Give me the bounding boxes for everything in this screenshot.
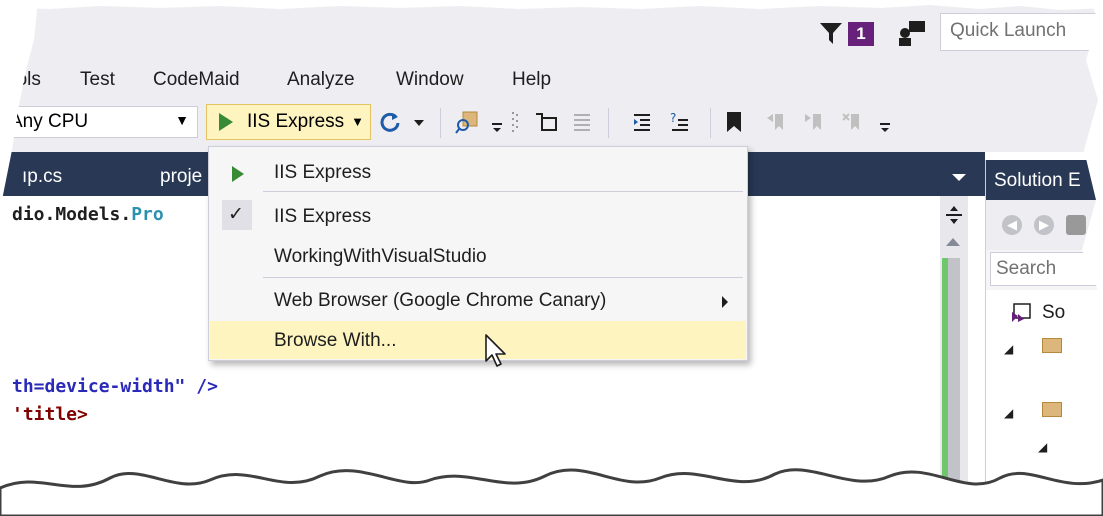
- solution-tree: So ◢ ◢ ◢: [986, 290, 1103, 516]
- expand-triangle-icon[interactable]: ◢: [1004, 406, 1013, 420]
- chevron-down-icon: ▼: [175, 112, 189, 128]
- start-debugging-button[interactable]: IIS Express ▼: [206, 104, 371, 140]
- code-line: dio.Models.Pro: [12, 204, 164, 225]
- folder-icon: [1042, 338, 1062, 353]
- bookmark-icon[interactable]: [722, 110, 746, 134]
- next-bookmark-icon[interactable]: [803, 110, 827, 134]
- menu-item-label: Browse With...: [274, 330, 397, 351]
- solution-explorer-toolbar: ◀ ▶: [986, 200, 1103, 250]
- menu-tools[interactable]: ools: [6, 69, 41, 91]
- overflow-icon[interactable]: [490, 110, 504, 134]
- comment-lines-icon[interactable]: [534, 110, 558, 134]
- split-window-icon[interactable]: [944, 204, 964, 226]
- menu-item-browse-with[interactable]: Browse With...: [210, 321, 746, 359]
- home-icon[interactable]: [1066, 215, 1086, 235]
- toolbar-grip[interactable]: [510, 110, 522, 134]
- standard-toolbar: Any CPU ▼ IIS Express ▼ ?: [0, 98, 1103, 152]
- feedback-icon[interactable]: [897, 19, 927, 47]
- chevron-down-icon[interactable]: [952, 174, 966, 181]
- solution-node[interactable]: So: [1042, 302, 1065, 324]
- change-tracking-bar: [942, 258, 948, 516]
- visual-studio-window: 1 Quick Launch ools Test CodeMaid Analyz…: [0, 0, 1103, 516]
- play-icon: [232, 166, 244, 182]
- solution-icon: [1012, 303, 1031, 322]
- tab-app-cs[interactable]: ıp.cs: [22, 166, 62, 188]
- run-target-label: IIS Express: [247, 111, 345, 132]
- menu-item-label: IIS Express: [274, 206, 372, 227]
- submenu-arrow-icon: [722, 296, 728, 308]
- cursor-icon: [485, 334, 506, 367]
- solution-search-input[interactable]: Search: [990, 252, 1103, 286]
- play-icon: [219, 113, 233, 131]
- menu-item-iis-express[interactable]: ✓ IIS Express: [210, 197, 746, 235]
- menu-bar: ools Test CodeMaid Analyze Window Help: [0, 62, 1103, 98]
- toolbar-separator: [710, 108, 711, 138]
- expand-triangle-icon[interactable]: ◢: [1004, 342, 1013, 356]
- menu-separator: [263, 277, 743, 278]
- find-icon[interactable]: [455, 110, 479, 134]
- code-line: th=device-width" />: [12, 376, 218, 397]
- menu-help[interactable]: Help: [512, 69, 551, 91]
- scrollbar-thumb[interactable]: [946, 258, 960, 516]
- svg-text:?: ?: [670, 111, 676, 125]
- platform-value: Any CPU: [10, 111, 89, 132]
- menu-item-working-with-visual-studio[interactable]: WorkingWithVisualStudio: [210, 237, 746, 275]
- back-icon[interactable]: ◀: [1002, 215, 1022, 235]
- tab-project[interactable]: proje: [160, 166, 202, 188]
- toolbar-separator: [440, 108, 441, 138]
- filter-icon[interactable]: [818, 20, 844, 46]
- menu-item-label: WorkingWithVisualStudio: [274, 246, 487, 267]
- menu-test[interactable]: Test: [80, 69, 115, 91]
- menu-item-iis-express-start[interactable]: IIS Express: [210, 153, 746, 191]
- menu-item-label: Web Browser (Google Chrome Canary): [274, 290, 607, 311]
- menu-codemaid[interactable]: CodeMaid: [153, 69, 240, 91]
- overflow-icon[interactable]: [878, 110, 892, 134]
- title-bar: 1 Quick Launch: [0, 0, 1103, 62]
- menu-separator: [263, 191, 743, 192]
- run-target-dropdown: IIS Express ✓ IIS Express WorkingWithVis…: [208, 146, 748, 361]
- expand-triangle-icon[interactable]: ◢: [1038, 440, 1047, 454]
- menu-analyze[interactable]: Analyze: [287, 69, 355, 91]
- menu-item-web-browser[interactable]: Web Browser (Google Chrome Canary): [210, 281, 746, 319]
- menu-item-label: IIS Express: [274, 162, 372, 183]
- folder-icon: [1042, 402, 1062, 417]
- clear-bookmarks-icon[interactable]: [841, 110, 865, 134]
- solution-platform-combo[interactable]: Any CPU ▼: [0, 106, 198, 138]
- forward-icon[interactable]: ▶: [1034, 215, 1054, 235]
- notification-badge[interactable]: 1: [848, 22, 874, 46]
- checkmark-icon: ✓: [228, 204, 244, 225]
- increase-indent-icon[interactable]: ?: [668, 110, 692, 134]
- toolbar-separator: [608, 108, 609, 138]
- chevron-down-icon[interactable]: [412, 110, 426, 134]
- scroll-up-icon[interactable]: [946, 238, 960, 246]
- decrease-indent-icon[interactable]: [630, 110, 654, 134]
- previous-bookmark-icon[interactable]: [765, 110, 789, 134]
- refresh-icon[interactable]: [378, 110, 402, 134]
- code-line: 'title>: [12, 404, 88, 425]
- uncomment-lines-icon[interactable]: [570, 110, 594, 134]
- chevron-down-icon: ▼: [351, 114, 364, 129]
- menu-window[interactable]: Window: [396, 69, 464, 91]
- solution-explorer-title[interactable]: Solution E: [986, 160, 1103, 200]
- quick-launch-input[interactable]: Quick Launch: [940, 13, 1103, 51]
- solution-explorer: Solution E ◀ ▶ Search So ◢ ◢ ◢: [985, 160, 1103, 516]
